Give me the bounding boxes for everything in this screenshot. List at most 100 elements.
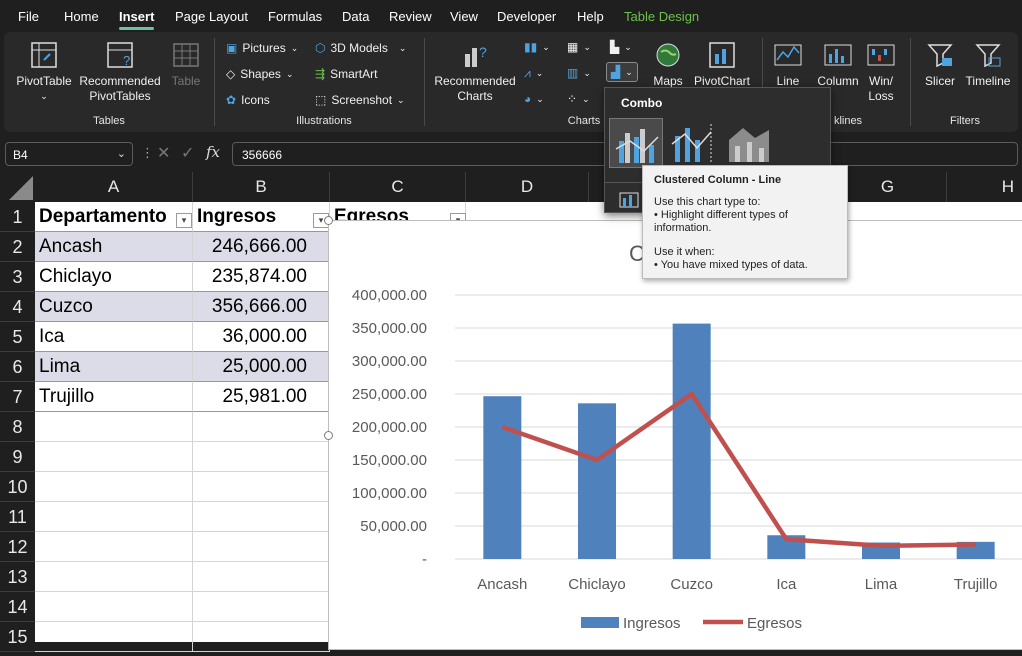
table-cell-departamento[interactable]: Lima — [35, 352, 193, 382]
empty-cell[interactable] — [193, 442, 330, 472]
smartart-button[interactable]: ⇶ SmartArt — [315, 67, 377, 81]
empty-cell[interactable] — [35, 442, 193, 472]
combo-chart[interactable]: C -50,000.00 100,000.00 150,000.00 200,000.0… — [328, 220, 1022, 650]
row-header[interactable]: 13 — [0, 562, 35, 592]
tab-formulas[interactable]: Formulas — [268, 9, 322, 24]
tab-file[interactable]: File — [18, 9, 39, 24]
table-cell-ingresos[interactable]: 36,000.00 — [193, 322, 330, 352]
hierarchy-chart-button[interactable]: ▦ ⌄ — [567, 40, 591, 54]
pie-chart-button[interactable]: ◕ ⌄ — [524, 92, 544, 106]
column-header-h[interactable]: H — [947, 172, 1022, 202]
row-header[interactable]: 4 — [0, 292, 35, 322]
recommended-pivottables-button[interactable]: ? Recommended PivotTables — [76, 40, 164, 104]
timeline-button[interactable]: Timeline — [962, 40, 1014, 89]
combo-chart-button[interactable]: ▟ ⌄ — [606, 62, 638, 82]
tab-help[interactable]: Help — [577, 9, 604, 24]
pivot-table-button[interactable]: PivotTable ⌄ — [14, 40, 74, 104]
tab-developer[interactable]: Developer — [497, 9, 556, 24]
slicer-button[interactable]: Slicer — [916, 40, 964, 89]
table-cell-ingresos[interactable]: 25,981.00 — [193, 382, 330, 412]
empty-cell[interactable] — [193, 592, 330, 622]
empty-cell[interactable] — [193, 532, 330, 562]
row-header[interactable]: 11 — [0, 502, 35, 532]
line-chart-button[interactable]: ⩘ ⌄ — [524, 66, 543, 81]
recommended-charts-button[interactable]: ? Recommended Charts — [432, 40, 518, 104]
select-all-corner[interactable] — [0, 172, 35, 202]
pictures-button[interactable]: ▣ Pictures ⌄ — [226, 41, 298, 55]
empty-cell[interactable] — [35, 472, 193, 502]
empty-cell[interactable] — [193, 622, 330, 652]
name-box[interactable]: B4 ⌄ — [5, 142, 133, 166]
column-chart-button[interactable]: ▮▮ ⌄ — [524, 40, 550, 54]
screenshot-button[interactable]: ⬚ Screenshot ⌄ — [315, 93, 405, 107]
row-header[interactable]: 5 — [0, 322, 35, 352]
column-header-c[interactable]: C — [330, 172, 466, 202]
empty-cell[interactable] — [193, 562, 330, 592]
row-header[interactable]: 9 — [0, 442, 35, 472]
row-header[interactable]: 10 — [0, 472, 35, 502]
row-header[interactable]: 8 — [0, 412, 35, 442]
tab-home[interactable]: Home — [64, 9, 99, 24]
row-header[interactable]: 12 — [0, 532, 35, 562]
chevron-down-icon[interactable]: ⌄ — [117, 147, 126, 160]
column-header-b[interactable]: B — [193, 172, 330, 202]
row-header[interactable]: 1 — [0, 202, 35, 232]
chart-resize-handle[interactable] — [324, 216, 333, 225]
statistic-chart-button[interactable]: ▥ ⌄ — [567, 66, 591, 80]
table-cell-ingresos[interactable]: 356,666.00 — [193, 292, 330, 322]
empty-cell[interactable] — [35, 412, 193, 442]
column-header-a[interactable]: A — [35, 172, 193, 202]
row-header[interactable]: 3 — [0, 262, 35, 292]
sparkline-column-button[interactable]: Column — [814, 40, 862, 89]
scatter-chart-button[interactable]: ⁘ ⌄ — [567, 92, 590, 106]
empty-cell[interactable] — [193, 472, 330, 502]
table-cell-ingresos[interactable]: 235,874.00 — [193, 262, 330, 292]
row-header[interactable]: 7 — [0, 382, 35, 412]
sparkline-line-button[interactable]: Line — [770, 40, 806, 89]
table-cell-departamento[interactable]: Chiclayo — [35, 262, 193, 292]
icons-button[interactable]: ✿ Icons — [226, 93, 270, 107]
empty-cell[interactable] — [193, 412, 330, 442]
confirm-icon[interactable]: ✓ — [181, 143, 194, 163]
table-cell-ingresos[interactable]: 246,666.00 — [193, 232, 330, 262]
tab-review[interactable]: Review — [389, 9, 432, 24]
header-cell-ingresos[interactable]: Ingresos — [193, 202, 330, 232]
header-cell-departamento[interactable]: Departamento — [35, 202, 193, 232]
table-cell-departamento[interactable]: Ancash — [35, 232, 193, 262]
empty-cell[interactable] — [193, 502, 330, 532]
table-cell-ingresos[interactable]: 25,000.00 — [193, 352, 330, 382]
tab-insert[interactable]: Insert — [119, 9, 155, 30]
tab-table-design[interactable]: Table Design — [624, 9, 699, 24]
row-header[interactable]: 15 — [0, 622, 35, 652]
3d-models-button[interactable]: ⬡ 3D Models ⌄ — [315, 41, 406, 55]
shapes-button[interactable]: ◇ Shapes ⌄ — [226, 67, 293, 81]
pivotchart-button[interactable]: PivotChart — [690, 40, 754, 89]
empty-cell[interactable] — [35, 622, 193, 652]
insert-function-icon[interactable]: fx — [206, 143, 220, 161]
clustered-column-line-secondary-option[interactable] — [667, 118, 721, 168]
tab-page-layout[interactable]: Page Layout — [175, 9, 248, 24]
table-cell-departamento[interactable]: Ica — [35, 322, 193, 352]
waterfall-chart-button[interactable]: ▙ ⌄ — [610, 40, 632, 54]
table-button[interactable]: Table — [166, 40, 206, 89]
cancel-icon[interactable]: ✕ — [157, 143, 170, 163]
tab-view[interactable]: View — [450, 9, 478, 24]
table-cell-departamento[interactable]: Trujillo — [35, 382, 193, 412]
stacked-area-column-option[interactable] — [725, 118, 779, 168]
sparkline-winloss-button[interactable]: Win/ Loss — [866, 40, 896, 104]
chart-resize-handle[interactable] — [324, 431, 333, 440]
empty-cell[interactable] — [35, 532, 193, 562]
empty-cell[interactable] — [35, 592, 193, 622]
tab-data[interactable]: Data — [342, 9, 369, 24]
column-header-d[interactable]: D — [466, 172, 589, 202]
maps-button[interactable]: Maps — [648, 40, 688, 89]
empty-cell[interactable] — [35, 562, 193, 592]
more-options-icon[interactable]: ⋮ — [141, 145, 154, 161]
filter-dropdown-icon[interactable]: ▾ — [176, 213, 192, 228]
row-header[interactable]: 2 — [0, 232, 35, 262]
row-header[interactable]: 14 — [0, 592, 35, 622]
clustered-column-line-option[interactable] — [609, 118, 663, 168]
table-cell-departamento[interactable]: Cuzco — [35, 292, 193, 322]
empty-cell[interactable] — [35, 502, 193, 532]
row-header[interactable]: 6 — [0, 352, 35, 382]
